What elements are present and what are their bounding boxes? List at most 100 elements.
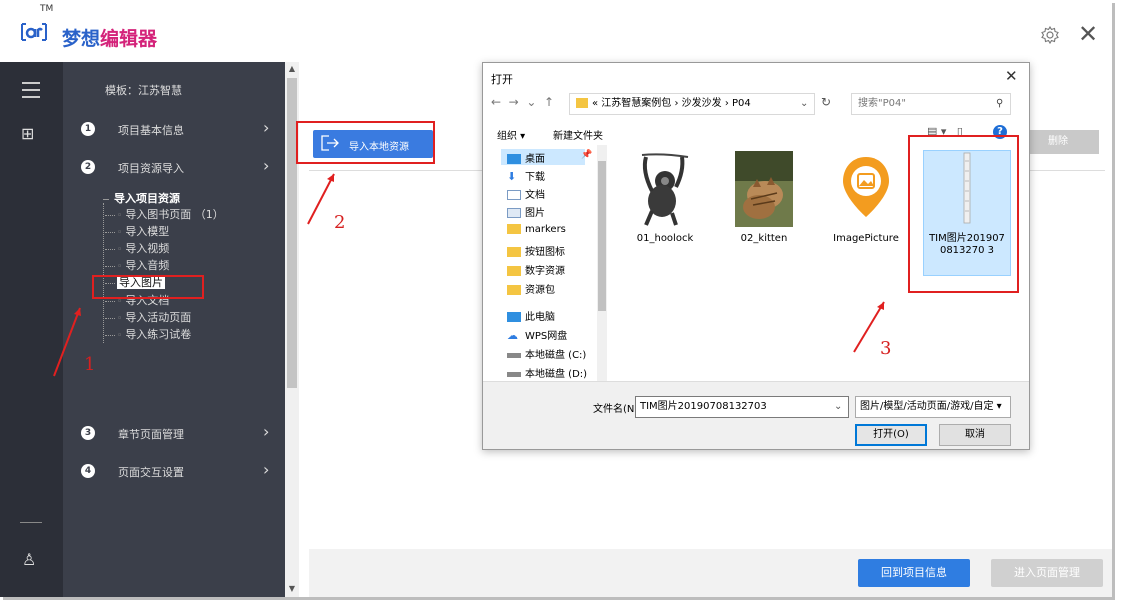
- nav-step-basic-info[interactable]: 1 项目基本信息 ›: [81, 118, 281, 140]
- logo-trademark: TM: [40, 4, 54, 14]
- rail-divider: [20, 522, 42, 523]
- chevron-down-icon[interactable]: ⌄: [800, 94, 808, 114]
- file-item-hoolock[interactable]: 01_hoolock: [620, 151, 710, 244]
- nav-step-resource-import[interactable]: 2 项目资源导入 ›: [81, 156, 281, 178]
- drive-icon: [507, 352, 521, 358]
- annotation-number-2: 2: [334, 212, 346, 233]
- app-title: 梦想编辑器: [62, 28, 158, 50]
- step-number-badge: 4: [81, 464, 95, 478]
- drive-icon: [507, 371, 521, 377]
- dialog-close-icon[interactable]: ✕: [1005, 67, 1018, 85]
- tree-item-import-audio[interactable]: ◦ 导入音频: [105, 257, 169, 273]
- tree-guide-line: [103, 203, 104, 343]
- folder-icon: [576, 98, 588, 108]
- refresh-icon[interactable]: ↻: [821, 95, 831, 109]
- folder-icon: [507, 266, 521, 276]
- annotation-number-3: 3: [880, 338, 892, 359]
- tree-item-desktop[interactable]: 桌面 📌: [507, 150, 592, 165]
- annotation-number-1: 1: [84, 354, 96, 375]
- scroll-up-icon[interactable]: ▲: [287, 64, 297, 73]
- pin-icon: 📌: [581, 150, 593, 160]
- chevron-down-icon[interactable]: ⌄: [834, 397, 842, 417]
- app-header: TM 梦想编辑器 ✕: [0, 0, 1112, 62]
- tree-item-import-activity-pages[interactable]: ◦ 导入活动页面: [105, 309, 191, 325]
- nav-step-chapter-pages[interactable]: 3 章节页面管理 ›: [81, 422, 281, 444]
- tree-item-markers[interactable]: markers: [507, 224, 566, 235]
- tree-scrollbar[interactable]: [597, 145, 607, 383]
- file-item-kitten[interactable]: 02_kitten: [719, 151, 809, 244]
- annotation-box-import-button: [296, 121, 435, 164]
- filename-input[interactable]: TIM图片20190708132703 ⌄: [635, 396, 849, 418]
- search-icon: ⚲: [996, 98, 1004, 109]
- template-label: 模板：江苏智慧: [105, 84, 182, 97]
- hoolock-thumbnail: [632, 151, 698, 227]
- step-label: 页面交互设置: [118, 466, 184, 479]
- chevron-right-icon: ›: [263, 422, 270, 441]
- tree-item-drive-c[interactable]: 本地磁盘 (C:): [507, 346, 586, 361]
- app-window: TM 梦想编辑器 ✕ ⊞ ♙ 模板：江苏智慧 1 项目基本信息 › 2 项目资源…: [0, 0, 1112, 597]
- address-bar[interactable]: « 江苏智慧案例包 › 沙发沙发 › P04 ⌄: [569, 93, 815, 115]
- breadcrumb: « 江苏智慧案例包 › 沙发沙发 › P04: [592, 98, 751, 109]
- cloud-icon: ☁: [507, 329, 518, 342]
- user-account-icon[interactable]: ♙: [22, 550, 36, 569]
- computer-icon: [507, 312, 521, 322]
- step-number-badge: 2: [81, 160, 95, 174]
- step-label: 项目资源导入: [118, 162, 184, 175]
- tree-item-import-quizzes[interactable]: ◦ 导入练习试卷: [105, 326, 191, 342]
- app-logo-icon: [21, 23, 47, 41]
- folder-tree-pane: 桌面 📌 ⬇ 下载 文档 图片 markers 按钮图标 数字资源 资源包 此电脑 …: [497, 145, 607, 383]
- close-window-icon[interactable]: ✕: [1076, 22, 1100, 46]
- chevron-right-icon: ›: [263, 156, 270, 175]
- folder-icon: [507, 247, 521, 257]
- folder-icon: [507, 285, 521, 295]
- desktop-icon: [507, 154, 521, 164]
- book-project-icon[interactable]: ⊞: [21, 124, 34, 143]
- step-label: 章节页面管理: [118, 428, 184, 441]
- back-to-project-info-button[interactable]: 回到项目信息: [858, 559, 970, 587]
- map-pin-image-icon: [843, 157, 889, 217]
- file-type-filter-select[interactable]: 图片/模型/活动页面/游戏/自定 ▾: [855, 396, 1011, 418]
- tree-item-import-book-pages[interactable]: ◦ 导入图书页面 （1）: [105, 206, 224, 222]
- dialog-nav-arrows[interactable]: ← → ⌄ ↑: [491, 95, 554, 109]
- enter-page-management-button[interactable]: 进入页面管理: [991, 559, 1103, 587]
- download-icon: ⬇: [507, 170, 517, 183]
- nav-step-page-interaction[interactable]: 4 页面交互设置 ›: [81, 460, 281, 482]
- annotation-box-import-images: [92, 275, 204, 299]
- tree-item-drive-d[interactable]: 本地磁盘 (D:): [507, 365, 587, 380]
- settings-gear-icon[interactable]: [1040, 25, 1060, 45]
- kitten-thumbnail: [735, 151, 793, 227]
- organize-menu[interactable]: 组织 ▾: [497, 127, 525, 142]
- open-button[interactable]: 打开(O): [855, 424, 927, 446]
- new-folder-button[interactable]: 新建文件夹: [553, 127, 603, 142]
- search-input[interactable]: 搜索"P04" ⚲: [851, 93, 1011, 115]
- project-nav-panel: 模板：江苏智慧 1 项目基本信息 › 2 项目资源导入 › 导入项目资源 ◦ 导入…: [63, 62, 285, 597]
- tree-item-this-pc[interactable]: 此电脑: [507, 308, 555, 323]
- file-name: ImagePicture: [833, 233, 899, 244]
- hamburger-menu-icon[interactable]: [22, 82, 40, 103]
- picture-icon: [507, 208, 521, 218]
- dialog-title: 打开: [491, 73, 513, 86]
- file-name: 02_kitten: [740, 233, 788, 244]
- tree-item-digital-resources[interactable]: 数字资源: [507, 262, 565, 277]
- scroll-down-icon[interactable]: ▼: [287, 584, 297, 593]
- tree-group-import-resources[interactable]: 导入项目资源: [103, 190, 180, 206]
- tree-item-button-icons[interactable]: 按钮图标: [507, 243, 565, 258]
- step-number-badge: 3: [81, 426, 95, 440]
- scrollbar-thumb[interactable]: [598, 161, 606, 311]
- tree-item-import-video[interactable]: ◦ 导入视频: [105, 240, 169, 256]
- file-name: 01_hoolock: [636, 233, 694, 244]
- cancel-button[interactable]: 取消: [939, 424, 1011, 446]
- file-item-imagepicture[interactable]: ImagePicture: [821, 151, 911, 244]
- step-label: 项目基本信息: [118, 124, 184, 137]
- annotation-box-selected-file: [908, 135, 1019, 293]
- tree-item-wps-cloud[interactable]: ☁ WPS网盘: [507, 327, 567, 342]
- dialog-bottom-bar: 文件名(N): TIM图片20190708132703 ⌄ 图片/模型/活动页面…: [483, 381, 1029, 449]
- tree-item-downloads[interactable]: ⬇ 下载: [507, 168, 545, 183]
- chevron-right-icon: ›: [263, 460, 270, 479]
- document-icon: [507, 190, 521, 200]
- tree-item-documents[interactable]: 文档: [507, 186, 545, 201]
- chevron-right-icon: ›: [263, 118, 270, 137]
- tree-item-resource-pack[interactable]: 资源包: [507, 281, 555, 296]
- tree-item-pictures[interactable]: 图片: [507, 204, 545, 219]
- tree-item-import-models[interactable]: ◦ 导入模型: [105, 223, 169, 239]
